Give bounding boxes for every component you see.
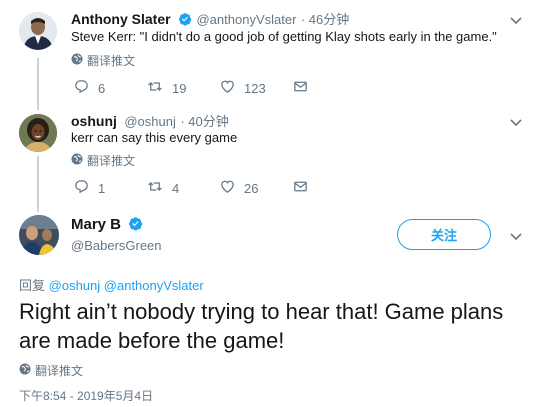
avatar[interactable]: [19, 12, 57, 50]
reply-icon: [73, 78, 90, 98]
reply-button[interactable]: 6: [73, 78, 146, 98]
reply-button[interactable]: 1: [73, 178, 146, 198]
reply-icon: [73, 178, 90, 198]
globe-icon: [71, 53, 83, 68]
author-handle[interactable]: @BabersGreen: [71, 238, 162, 253]
mention-link[interactable]: @oshunj: [49, 278, 101, 293]
chevron-down-icon[interactable]: [507, 227, 525, 245]
message-button[interactable]: [292, 178, 309, 198]
retweet-icon: [146, 78, 164, 98]
verified-icon: [128, 216, 143, 236]
translate-label[interactable]: 翻译推文: [35, 362, 83, 379]
tweet-time[interactable]: · 46分钟: [301, 12, 349, 27]
retweet-button[interactable]: 4: [146, 178, 219, 198]
retweet-count: 4: [172, 180, 180, 196]
tweet-timestamp[interactable]: 下午8:54 - 2019年5月4日: [19, 387, 153, 404]
translate-link[interactable]: 翻译推文: [71, 152, 135, 169]
envelope-icon: [292, 178, 309, 198]
translate-label[interactable]: 翻译推文: [87, 52, 135, 69]
author-name[interactable]: oshunj: [71, 113, 117, 129]
tweet-text: Steve Kerr: "I didn't do a good job of g…: [71, 29, 497, 44]
globe-icon: [19, 363, 31, 378]
tweet-text: kerr can say this every game: [71, 130, 238, 145]
thread-line: [37, 156, 39, 212]
translate-label[interactable]: 翻译推文: [87, 152, 135, 169]
mention-link[interactable]: @anthonyVslater: [104, 278, 204, 293]
translate-link[interactable]: 翻译推文: [71, 52, 135, 69]
author-handle[interactable]: @oshunj: [124, 114, 176, 129]
like-button[interactable]: 123: [219, 78, 292, 98]
tweet-text: Right ain’t nobody trying to hear that! …: [19, 299, 504, 353]
thread-line: [37, 58, 39, 110]
envelope-icon: [292, 78, 309, 98]
globe-icon: [71, 153, 83, 168]
author-name[interactable]: Anthony Slater: [71, 11, 171, 27]
author-handle[interactable]: @anthonyVslater: [196, 12, 296, 27]
chevron-down-icon[interactable]: [507, 113, 525, 131]
translate-link[interactable]: 翻译推文: [19, 362, 83, 379]
heart-icon: [219, 78, 236, 98]
heart-icon: [219, 178, 236, 198]
follow-button[interactable]: 关注: [397, 219, 491, 250]
retweet-icon: [146, 178, 164, 198]
author-name[interactable]: Mary B: [71, 216, 121, 233]
avatar[interactable]: [19, 215, 59, 255]
avatar[interactable]: [19, 114, 57, 152]
reply-prefix: 回复: [19, 278, 46, 293]
tweet-time[interactable]: · 40分钟: [180, 114, 228, 129]
retweet-button[interactable]: 19: [146, 78, 219, 98]
like-count: 123: [244, 80, 266, 96]
reply-count: 1: [98, 180, 106, 196]
chevron-down-icon[interactable]: [507, 11, 525, 29]
reply-count: 6: [98, 80, 106, 96]
reply-context: 回复 @oshunj @anthonyVslater: [19, 275, 204, 294]
like-button[interactable]: 26: [219, 178, 292, 198]
message-button[interactable]: [292, 78, 309, 98]
retweet-count: 19: [172, 80, 187, 96]
like-count: 26: [244, 180, 259, 196]
